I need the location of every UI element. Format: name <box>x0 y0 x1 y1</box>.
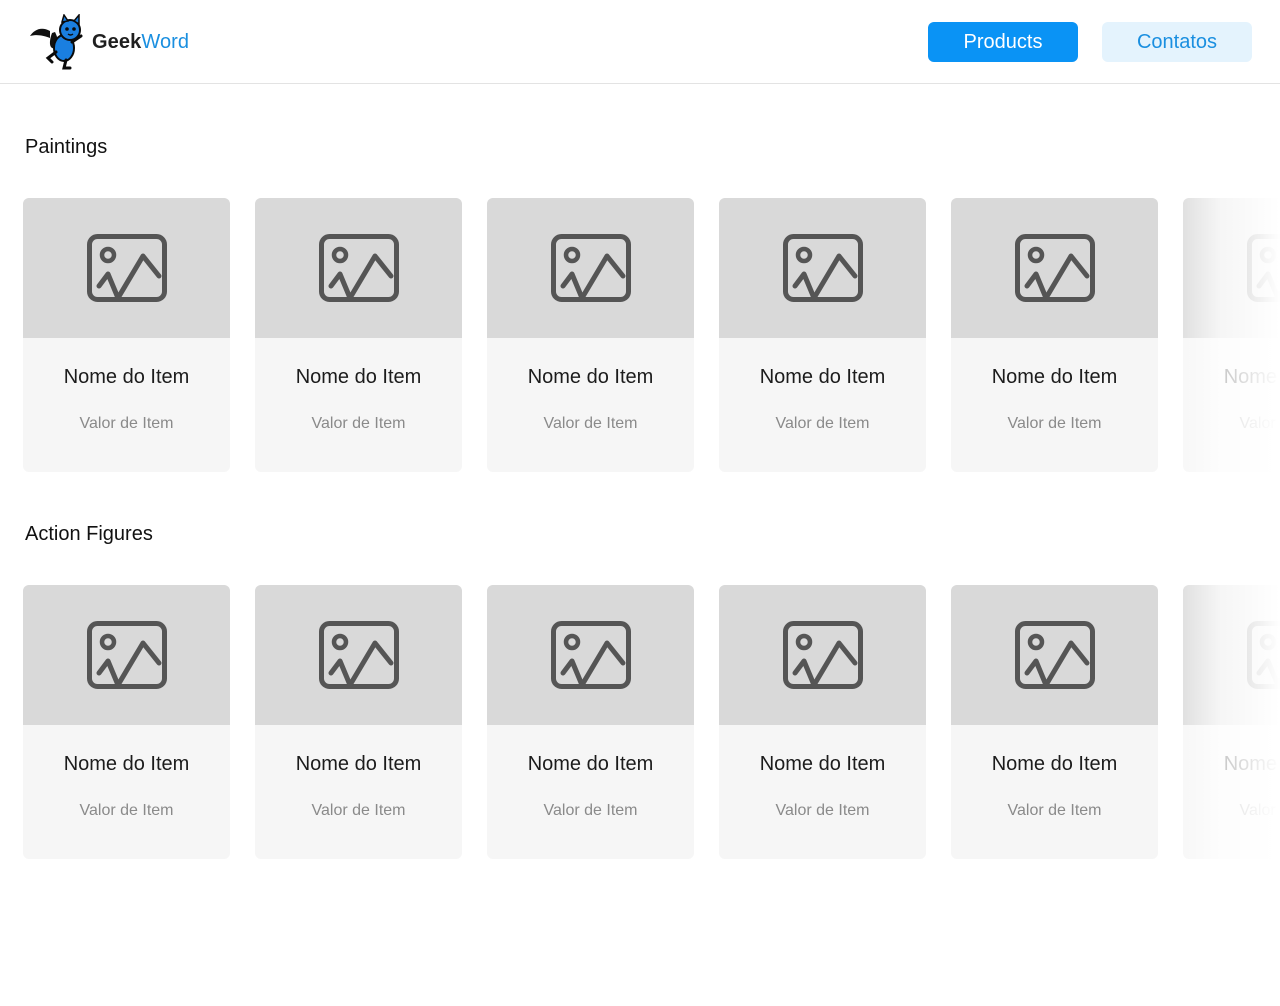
product-image <box>1183 198 1280 338</box>
product-name: Nome do Item <box>759 366 886 388</box>
product-value: Valor de Item <box>775 802 870 819</box>
section-title-paintings: Paintings <box>25 136 108 158</box>
product-value: Valor de Item <box>543 802 638 819</box>
site-header: GeekWord Products Contatos <box>0 0 1280 84</box>
cat-mascot-icon <box>30 14 83 70</box>
image-placeholder-icon <box>1246 621 1280 689</box>
logo[interactable]: GeekWord <box>28 14 189 70</box>
product-name: Nome do Item <box>1223 753 1280 775</box>
image-placeholder-icon <box>1246 234 1280 302</box>
product-value: Valor de Item <box>1239 802 1280 819</box>
product-name: Nome do Item <box>527 366 654 388</box>
image-placeholder-icon <box>86 234 167 302</box>
image-placeholder-icon <box>1014 621 1095 689</box>
product-image <box>487 585 694 725</box>
product-card[interactable]: Nome do Item Valor de Item <box>719 585 926 859</box>
product-row-action-figures: Nome do Item Valor de Item Nome do Item … <box>23 585 1280 861</box>
product-name: Nome do Item <box>63 366 190 388</box>
product-card[interactable]: Nome do Item Valor de Item <box>1183 585 1280 859</box>
product-name: Nome do Item <box>527 753 654 775</box>
product-image <box>23 585 230 725</box>
section-title-action-figures: Action Figures <box>25 523 153 545</box>
image-placeholder-icon <box>86 621 167 689</box>
product-value: Valor de Item <box>1007 415 1102 432</box>
product-value: Valor de Item <box>1239 415 1280 432</box>
product-card[interactable]: Nome do Item Valor de Item <box>487 198 694 472</box>
product-name: Nome do Item <box>1223 366 1280 388</box>
product-name: Nome do Item <box>63 753 190 775</box>
product-row-paintings: Nome do Item Valor de Item Nome do Item … <box>23 198 1280 474</box>
product-image <box>487 198 694 338</box>
product-image <box>255 585 462 725</box>
product-card[interactable]: Nome do Item Valor de Item <box>487 585 694 859</box>
product-card[interactable]: Nome do Item Valor de Item <box>951 585 1158 859</box>
product-card[interactable]: Nome do Item Valor de Item <box>719 198 926 472</box>
product-value: Valor de Item <box>775 415 870 432</box>
product-name: Nome do Item <box>295 753 422 775</box>
logo-text-bold: Geek <box>92 30 142 53</box>
product-card[interactable]: Nome do Item Valor de Item <box>1183 198 1280 472</box>
product-card[interactable]: Nome do Item Valor de Item <box>255 585 462 859</box>
product-value: Valor de Item <box>79 415 174 432</box>
logo-text: GeekWord <box>92 31 189 54</box>
product-name: Nome do Item <box>991 753 1118 775</box>
image-placeholder-icon <box>550 234 631 302</box>
product-value: Valor de Item <box>543 415 638 432</box>
image-placeholder-icon <box>1014 234 1095 302</box>
product-image <box>255 198 462 338</box>
logo-text-accent: Word <box>141 30 190 53</box>
product-name: Nome do Item <box>295 366 422 388</box>
image-placeholder-icon <box>318 234 399 302</box>
product-name: Nome do Item <box>991 366 1118 388</box>
product-value: Valor de Item <box>1007 802 1102 819</box>
image-placeholder-icon <box>550 621 631 689</box>
product-card[interactable]: Nome do Item Valor de Item <box>23 585 230 859</box>
product-image <box>951 585 1158 725</box>
product-value: Valor de Item <box>311 802 406 819</box>
product-card[interactable]: Nome do Item Valor de Item <box>255 198 462 472</box>
image-placeholder-icon <box>782 621 863 689</box>
product-image <box>719 585 926 725</box>
products-button[interactable]: Products <box>928 22 1078 62</box>
product-image <box>951 198 1158 338</box>
product-value: Valor de Item <box>311 415 406 432</box>
product-name: Nome do Item <box>759 753 886 775</box>
product-image <box>1183 585 1280 725</box>
image-placeholder-icon <box>318 621 399 689</box>
image-placeholder-icon <box>782 234 863 302</box>
product-card[interactable]: Nome do Item Valor de Item <box>951 198 1158 472</box>
contatos-button[interactable]: Contatos <box>1102 22 1252 62</box>
product-image <box>719 198 926 338</box>
product-image <box>23 198 230 338</box>
product-value: Valor de Item <box>79 802 174 819</box>
product-card[interactable]: Nome do Item Valor de Item <box>23 198 230 472</box>
